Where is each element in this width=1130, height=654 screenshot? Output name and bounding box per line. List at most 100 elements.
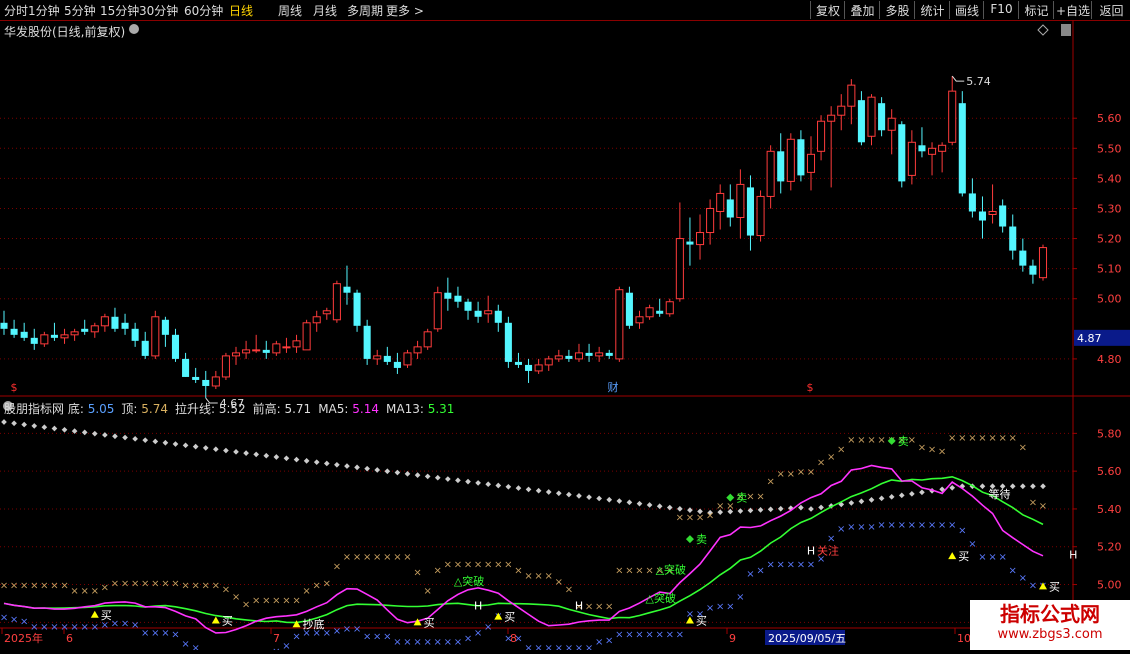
signal-break-12: △突破	[656, 562, 686, 576]
top-cross-42: ×	[423, 586, 431, 597]
candle-body-9	[90, 325, 99, 333]
bottom-cross-99: ×	[998, 552, 1006, 563]
watermark-url: www.zbgs3.com	[997, 627, 1103, 642]
top-cross-9: ×	[91, 586, 99, 597]
bottom-cross-101: ×	[1019, 573, 1027, 584]
event-marker-2: $	[807, 381, 814, 394]
bottom-cross-93: ×	[938, 520, 946, 531]
toolbar-button-4[interactable]: 画线	[949, 1, 984, 19]
bottom-cross-74: ×	[746, 569, 754, 580]
bottom-cross-16: ×	[161, 628, 169, 639]
top-cross-46: ×	[464, 560, 472, 571]
top-cross-100: ×	[1009, 433, 1017, 444]
candle-body-11	[111, 316, 119, 329]
top-cross-96: ×	[968, 433, 976, 444]
period-tab-5[interactable]: 60分钟	[184, 2, 223, 19]
date-label-1: 6	[66, 632, 73, 645]
bottom-cross-63: ×	[635, 630, 643, 641]
lift-line-dot-73	[737, 508, 744, 514]
top-cross-19: ×	[191, 581, 199, 592]
lift-line-dot-91	[919, 489, 925, 496]
candle-body-30	[302, 322, 311, 351]
period-tab-7[interactable]: 周线	[278, 2, 302, 19]
candle-body-62	[625, 292, 633, 326]
lift-line-dot-41	[414, 472, 421, 478]
bottom-cross-98: ×	[988, 552, 996, 563]
lift-line-dot-63	[636, 500, 643, 507]
top-cross-51: ×	[514, 565, 522, 576]
lift-line-dot-14	[142, 437, 149, 443]
signal-watch-18: 关注	[817, 544, 839, 558]
candle-body-42	[423, 331, 432, 348]
top-cross-63: ×	[635, 565, 643, 576]
top-cross-90: ×	[908, 435, 916, 446]
bottom-cross-53: ×	[534, 643, 542, 650]
bottom-cross-64: ×	[645, 630, 653, 641]
period-tab-0[interactable]: 分时	[4, 2, 28, 19]
price-tick-label-0: 4.80	[1097, 353, 1122, 366]
chevron-down-icon	[129, 24, 139, 34]
toolbar-button-8[interactable]: 返回	[1091, 1, 1130, 19]
toolbar-button-1[interactable]: 叠加	[844, 1, 880, 19]
top-cross-83: ×	[837, 444, 845, 455]
candle-body-69	[695, 232, 705, 246]
price-tick-label-4: 5.30	[1097, 202, 1122, 215]
lift-line-dot-31	[313, 459, 320, 466]
candle-body-82	[827, 114, 836, 122]
bottom-cross-52: ×	[524, 643, 532, 650]
top-cross-33: ×	[333, 562, 341, 573]
period-tab-3[interactable]: 15分钟	[100, 2, 139, 19]
period-tab-4[interactable]: 30分钟	[139, 2, 178, 19]
candle-body-53	[534, 364, 543, 372]
indicator-value-4: 5.14	[348, 402, 379, 416]
period-tab-9[interactable]: 多周期	[347, 2, 383, 19]
toolbar-button-5[interactable]: F10	[983, 1, 1019, 19]
lift-line-dot-38	[384, 468, 391, 475]
candle-body-1	[10, 328, 18, 335]
indicator-value-2: 5.52	[215, 402, 246, 416]
top-cross-15: ×	[151, 579, 159, 590]
top-cross-38: ×	[383, 552, 391, 563]
bottom-cross-13: ×	[131, 620, 139, 631]
ind-tick-label-1: 5.00	[1097, 579, 1122, 592]
buy-triangle-1	[292, 620, 301, 628]
candle-body-25	[252, 349, 261, 352]
date-label-2: 7	[273, 632, 280, 645]
lift-line-dot-26	[263, 452, 270, 459]
bottom-cross-0: ×	[0, 613, 8, 624]
lift-line-dot-66	[666, 504, 673, 511]
top-cross-12: ×	[121, 579, 129, 590]
period-tab-6[interactable]: 日线	[229, 2, 253, 19]
period-tab-10[interactable]: 更多 >	[386, 2, 424, 19]
sell-diamond-8	[685, 535, 694, 544]
bottom-cross-80: ×	[807, 560, 815, 571]
signal-break-11: △突破	[646, 591, 676, 605]
top-cross-30: ×	[302, 586, 310, 597]
top-cross-45: ×	[454, 560, 462, 571]
period-tab-2[interactable]: 5分钟	[64, 2, 96, 19]
candle-body-97	[978, 211, 987, 221]
bottom-cross-76: ×	[766, 560, 774, 571]
lift-line-dot-64	[646, 502, 653, 508]
bottom-cross-46: ×	[464, 633, 472, 644]
lift-line-dot-97	[979, 483, 986, 490]
bottom-cross-29: ×	[292, 632, 300, 643]
lift-line-dot-21	[213, 446, 219, 453]
lift-line-dot-44	[445, 476, 451, 482]
toolbar: 分时 1分钟 5分钟 15分钟 30分钟 60分钟 日线 周线 月线 多周期 更多 > 复权 叠加 多股统…	[0, 0, 1130, 21]
bottom-cross-59: ×	[595, 637, 603, 648]
candle-body-45	[454, 295, 462, 302]
lift-line-dot-39	[394, 469, 401, 476]
candle-body-99	[999, 205, 1007, 227]
top-cross-36: ×	[363, 552, 371, 563]
toolbar-button-3[interactable]: 统计	[914, 1, 950, 19]
candle-body-102	[1029, 265, 1037, 275]
toolbar-button-7[interactable]: +自选	[1053, 1, 1092, 19]
toolbar-button-6[interactable]: 标记	[1018, 1, 1054, 19]
ind-tick-label-2: 5.20	[1097, 541, 1122, 554]
period-tab-1[interactable]: 1分钟	[28, 2, 60, 19]
lift-line-dot-28	[283, 455, 290, 462]
period-tab-8[interactable]: 月线	[313, 2, 337, 19]
toolbar-button-0[interactable]: 复权	[810, 1, 845, 19]
toolbar-button-2[interactable]: 多股	[879, 1, 915, 19]
